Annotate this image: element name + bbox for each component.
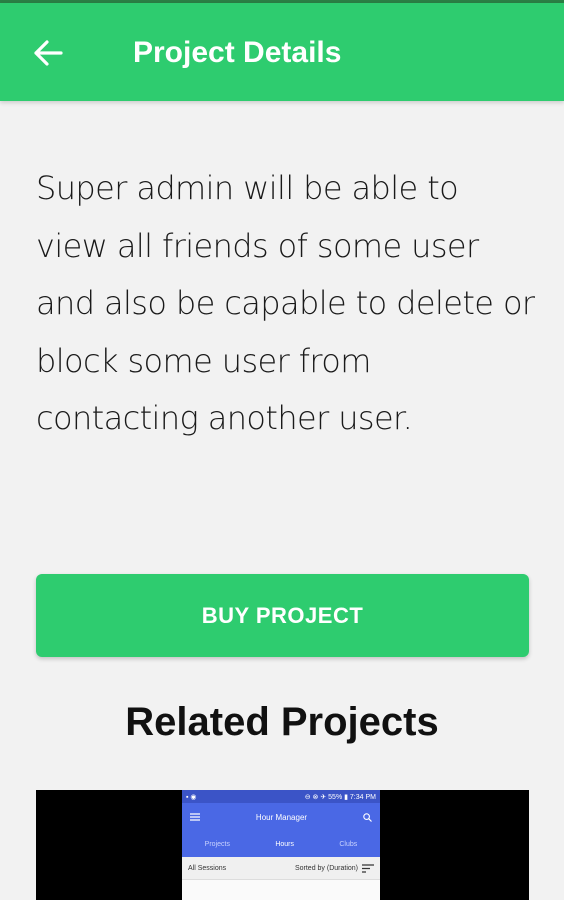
thumbnail-sort: Sorted by (Duration) [294, 863, 374, 873]
project-description: Super admin will be able to view all fri… [36, 169, 535, 437]
search-icon [363, 812, 372, 822]
thumbnail-list-label: All Sessions [188, 864, 227, 872]
buy-project-button[interactable]: BUY PROJECT [36, 574, 529, 657]
thumbnail-status-bar: ▪ ◉ ⊖ ⊗ ✈ 55% ▮ 7:34 PM [182, 790, 380, 803]
thumbnail-screenshot: ▪ ◉ ⊖ ⊗ ✈ 55% ▮ 7:34 PM Hour Manager Pro… [182, 790, 380, 900]
thumbnail-tab: Projects [204, 840, 230, 848]
related-project-thumbnail[interactable]: ▪ ◉ ⊖ ⊗ ✈ 55% ▮ 7:34 PM Hour Manager Pro… [36, 790, 529, 900]
back-button[interactable] [26, 31, 70, 75]
arrow-left-icon [34, 40, 63, 66]
thumbnail-tab: Clubs [339, 840, 358, 848]
page-title: Project Details [133, 36, 342, 69]
menu-icon [190, 813, 200, 821]
app-bar: Project Details [0, 3, 564, 101]
thumbnail-sort-label: Sorted by (Duration) [294, 864, 358, 872]
sort-icon [362, 863, 374, 873]
thumbnail-status-right: ⊖ ⊗ ✈ 55% ▮ 7:34 PM [304, 793, 376, 801]
thumbnail-tabs: Projects Hours Clubs [182, 831, 380, 857]
related-projects-heading: Related Projects [125, 700, 439, 744]
thumbnail-app-title: Hour Manager [255, 812, 308, 822]
thumbnail-app-bar: Hour Manager [182, 803, 380, 831]
thumbnail-list-header: All Sessions Sorted by (Duration) [182, 857, 380, 880]
thumbnail-status-left: ▪ ◉ [186, 793, 197, 801]
thumbnail-tab-active: Hours [275, 840, 295, 848]
